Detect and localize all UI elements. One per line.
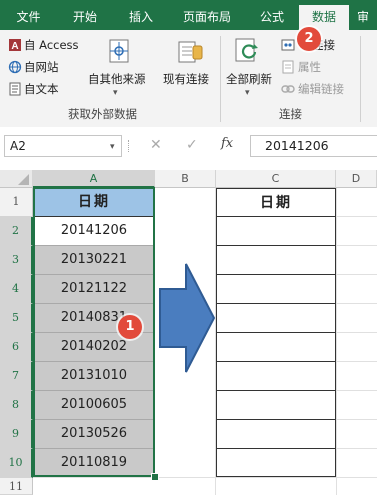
cell-c2[interactable] <box>216 217 336 246</box>
enter-icon[interactable]: ✓ <box>186 137 198 153</box>
row-header-8[interactable]: 8 <box>0 391 33 420</box>
tab-page-layout[interactable]: 页面布局 <box>169 5 245 30</box>
row-header-11[interactable]: 11 <box>0 478 33 495</box>
properties-button[interactable] <box>281 59 295 78</box>
row-header-4[interactable]: 4 <box>0 275 33 304</box>
existing-connections-button[interactable] <box>176 36 204 70</box>
formula-input[interactable]: 20141206 <box>250 135 377 157</box>
from-access-button[interactable]: A <box>8 37 22 56</box>
tab-review[interactable]: 审 <box>349 5 377 30</box>
row-header-7[interactable]: 7 <box>0 362 33 391</box>
cell-c7[interactable] <box>216 362 336 391</box>
cell-a4[interactable]: 20121122 <box>33 275 155 304</box>
existing-connections-icon <box>178 41 203 63</box>
properties-label: 属性 <box>298 60 321 74</box>
cancel-icon[interactable]: ✕ <box>150 137 162 153</box>
insert-function-icon[interactable]: fx <box>221 136 233 151</box>
row-header-2[interactable]: 2 <box>0 217 33 246</box>
refresh-all-button[interactable] <box>233 36 263 70</box>
row-header-9[interactable]: 9 <box>0 420 33 449</box>
connections-icon <box>281 39 295 51</box>
select-all-corner[interactable] <box>0 170 33 188</box>
fill-handle[interactable] <box>151 473 159 481</box>
cell-c3[interactable] <box>216 246 336 275</box>
cell-a9[interactable]: 20130526 <box>33 420 155 449</box>
gridline <box>336 419 377 420</box>
from-web-label: 自网站 <box>24 60 59 74</box>
edit-links-label: 编辑链接 <box>298 82 344 96</box>
chevron-down-icon: ▾ <box>245 88 250 98</box>
group-separator <box>360 36 361 122</box>
get-external-data-group-label: 获取外部数据 <box>68 107 137 121</box>
row-header-3[interactable]: 3 <box>0 246 33 275</box>
cell-a8[interactable]: 20100605 <box>33 391 155 420</box>
cell-a6[interactable]: 20140202 <box>33 333 155 362</box>
column-header-b[interactable]: B <box>155 170 216 188</box>
tab-formulas[interactable]: 公式 <box>245 5 299 30</box>
refresh-all-label: 全部刷新 <box>226 72 272 86</box>
column-header-d[interactable]: D <box>336 170 377 188</box>
cell-c4[interactable] <box>216 275 336 304</box>
column-header-c[interactable]: C <box>216 170 336 188</box>
from-web-button[interactable] <box>8 59 22 78</box>
gridline <box>336 274 377 275</box>
connections-button[interactable] <box>281 37 295 56</box>
cell-a3[interactable]: 20130221 <box>33 246 155 275</box>
cell-c6[interactable] <box>216 333 336 362</box>
other-sources-icon <box>109 39 129 63</box>
refresh-icon <box>235 38 258 62</box>
cell-c9[interactable] <box>216 420 336 449</box>
cell-c10[interactable] <box>216 449 336 477</box>
name-box[interactable]: A2 <box>4 135 122 157</box>
tab-file[interactable]: 文件 <box>0 5 57 30</box>
step-badge-2: 2 <box>297 27 321 51</box>
column-header-a[interactable]: A <box>33 170 155 188</box>
properties-icon <box>282 60 294 74</box>
gridline <box>336 216 377 217</box>
row-header-1[interactable]: 1 <box>0 188 33 217</box>
connections-group-label: 连接 <box>279 107 302 121</box>
tab-insert[interactable]: 插入 <box>113 5 169 30</box>
cell-c8[interactable] <box>216 391 336 420</box>
step-badge-1: 1 <box>118 315 142 339</box>
existing-connections-label: 现有连接 <box>163 72 209 86</box>
gridline <box>336 303 377 304</box>
gridline <box>33 477 377 478</box>
from-access-label: 自 Access <box>24 38 79 52</box>
cell-a2[interactable]: 20141206 <box>33 217 155 246</box>
edit-links-button[interactable] <box>281 81 295 100</box>
row-header-6[interactable]: 6 <box>0 333 33 362</box>
gridline <box>336 332 377 333</box>
text-file-icon <box>9 82 21 96</box>
other-sources-button[interactable] <box>104 36 134 70</box>
gridline <box>336 245 377 246</box>
gridline <box>336 448 377 449</box>
formula-bar-divider <box>128 140 131 152</box>
from-text-label: 自文本 <box>24 82 59 96</box>
web-globe-icon <box>8 60 22 74</box>
right-arrow-icon <box>159 263 216 373</box>
access-icon: A <box>9 39 21 52</box>
tab-home[interactable]: 开始 <box>57 5 113 30</box>
edit-links-icon <box>281 85 295 93</box>
row-header-10[interactable]: 10 <box>0 449 33 478</box>
row-header-5[interactable]: 5 <box>0 304 33 333</box>
cell-a7[interactable]: 20131010 <box>33 362 155 391</box>
group-separator <box>220 36 221 122</box>
cell-c5[interactable] <box>216 304 336 333</box>
other-sources-label: 自其他来源 <box>88 72 146 86</box>
select-all-triangle-icon <box>18 174 29 185</box>
cell-c1-header[interactable]: 日期 <box>216 188 336 217</box>
cell-a10[interactable]: 20110819 <box>33 449 155 477</box>
chevron-down-icon: ▾ <box>113 88 118 98</box>
from-text-button[interactable] <box>8 81 22 100</box>
chevron-down-icon[interactable]: ▾ <box>110 142 115 152</box>
gridline <box>336 390 377 391</box>
cell-a1-header[interactable]: 日期 <box>33 188 155 217</box>
svg-text:A: A <box>11 41 18 52</box>
gridline <box>336 361 377 362</box>
